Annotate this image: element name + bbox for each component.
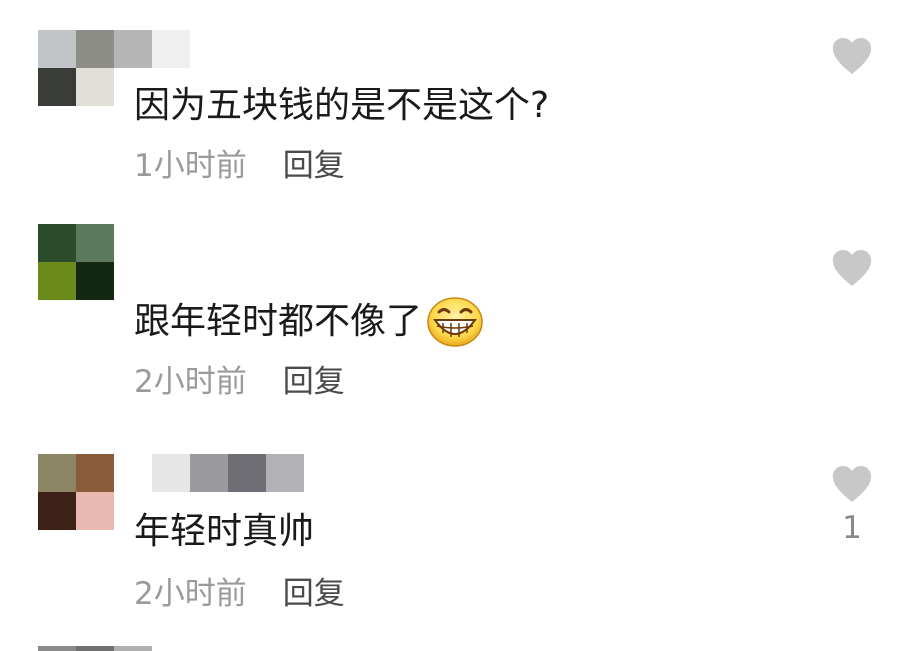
comment-text-content: 因为五块钱的是不是这个?	[134, 85, 550, 126]
comment-meta: 2小时前 回复	[134, 574, 345, 614]
comment-time: 2小时前	[134, 364, 247, 400]
reply-button[interactable]: 回复	[283, 148, 345, 184]
heart-icon	[832, 38, 872, 74]
username-blurred[interactable]	[152, 454, 304, 492]
comment-item: 跟年轻时都不像了 2小时前 回复	[0, 210, 900, 440]
username-blur-block	[228, 454, 266, 492]
avatar-pixel	[38, 224, 76, 262]
avatar-pixel	[38, 454, 76, 492]
avatar-pixel	[38, 30, 76, 68]
comment-text: 跟年轻时都不像了	[134, 296, 484, 348]
avatar-pixel	[76, 492, 114, 530]
comment-meta: 1小时前 回复	[134, 146, 345, 186]
avatar-pixel	[76, 262, 114, 300]
comment-text: 因为五块钱的是不是这个?	[134, 84, 549, 128]
comment-text-content: 跟年轻时都不像了	[134, 301, 423, 342]
avatar-pixel	[76, 30, 114, 68]
avatar[interactable]	[38, 454, 114, 530]
avatar-pixel	[38, 646, 76, 651]
like-button[interactable]	[830, 248, 874, 288]
like-button[interactable]	[830, 464, 874, 504]
avatar-pixel	[76, 646, 114, 651]
comment-text: 年轻时真帅	[134, 510, 314, 554]
avatar-pixel	[38, 68, 76, 106]
avatar[interactable]	[38, 646, 152, 651]
reply-button[interactable]: 回复	[283, 364, 345, 400]
avatar[interactable]	[38, 224, 114, 300]
username-blur-block	[152, 454, 190, 492]
comment-time: 2小时前	[134, 576, 247, 612]
avatar-pixel	[76, 454, 114, 492]
comment-time: 1小时前	[134, 148, 247, 184]
grinning-face-emoji-icon	[427, 297, 483, 347]
comment-item: 因为五块钱的是不是这个? 1小时前 回复	[0, 0, 900, 210]
avatar-pixel	[38, 492, 76, 530]
reply-button[interactable]: 回复	[283, 576, 345, 612]
avatar-pixel	[114, 646, 152, 651]
like-button[interactable]	[830, 36, 874, 76]
comment-item: 年轻时真帅 2小时前 回复 1	[0, 440, 900, 646]
username-blurred[interactable]	[114, 30, 190, 68]
heart-icon	[832, 466, 872, 502]
username-blur-block	[190, 454, 228, 492]
comment-text-content: 年轻时真帅	[134, 511, 315, 552]
username-blur-block	[266, 454, 304, 492]
username-blur-block	[114, 30, 152, 68]
comment-meta: 2小时前 回复	[134, 362, 345, 402]
avatar-pixel	[76, 68, 114, 106]
heart-icon	[832, 250, 872, 286]
avatar[interactable]	[38, 30, 114, 106]
like-count: 1	[842, 510, 862, 546]
avatar-pixel	[76, 224, 114, 262]
username-blur-block	[152, 30, 190, 68]
avatar-pixel	[38, 262, 76, 300]
